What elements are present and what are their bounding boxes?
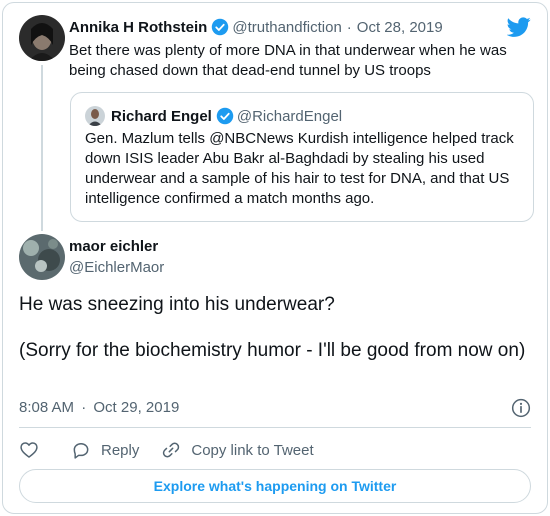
main-author-handle[interactable]: @EichlerMaor — [69, 259, 164, 276]
parent-tweet-text: Bet there was plenty of more DNA in that… — [69, 42, 507, 79]
quoted-tweet-text: Gen. Mazlum tells @NBCNews Kurdish intel… — [85, 130, 514, 207]
main-tweet-line: (Sorry for the biochemistry humor - I'll… — [19, 340, 526, 361]
quoted-author-name: Richard Engel — [111, 107, 212, 125]
quoted-tweet-header: Richard Engel @RichardEngel — [85, 105, 342, 127]
verified-badge-icon — [216, 107, 234, 125]
reply-button[interactable]: Reply — [71, 440, 139, 460]
twitter-bird-icon[interactable] — [507, 15, 531, 39]
parent-author-handle[interactable]: @truthandfiction — [232, 19, 341, 36]
thread-connector-line — [41, 65, 43, 231]
parent-tweet-header: Annika H Rothstein @truthandfiction · Oc… — [69, 17, 497, 37]
reply-icon — [73, 443, 89, 459]
tweet-date: Oct 29, 2019 — [93, 399, 180, 416]
quoted-author-avatar — [85, 106, 105, 126]
parent-author-avatar[interactable] — [19, 15, 65, 61]
info-icon[interactable] — [511, 398, 531, 418]
verified-badge-icon — [212, 18, 229, 36]
reply-label: Reply — [101, 441, 140, 459]
like-button[interactable] — [19, 440, 49, 460]
heart-icon — [20, 442, 38, 458]
main-tweet-text: He was sneezing into his underwear? (Sor… — [19, 293, 539, 362]
main-author-avatar[interactable] — [19, 234, 65, 280]
parent-author-name[interactable]: Annika H Rothstein — [69, 19, 207, 36]
header-separator: · — [346, 18, 352, 36]
main-tweet-timestamp[interactable]: 8:08 AM · Oct 29, 2019 — [19, 399, 179, 416]
tweet-embed-card: Annika H Rothstein @truthandfiction · Oc… — [2, 2, 548, 514]
parent-tweet-date[interactable]: Oct 28, 2019 — [357, 19, 443, 36]
quoted-author-handle: @RichardEngel — [236, 107, 343, 125]
tweet-actions: Reply Copy link to Tweet — [19, 439, 336, 461]
quoted-tweet[interactable]: Richard Engel @RichardEngel Gen. Mazlum … — [70, 92, 534, 222]
main-tweet-line: He was sneezing into his underwear? — [19, 294, 335, 315]
timestamp-separator: · — [81, 399, 87, 416]
copy-link-button[interactable]: Copy link to Tweet — [161, 440, 314, 460]
tweet-time: 8:08 AM — [19, 399, 75, 416]
main-author-name[interactable]: maor eichler — [69, 238, 158, 255]
explore-twitter-button[interactable]: Explore what's happening on Twitter — [19, 469, 531, 503]
link-icon — [163, 442, 180, 458]
actions-divider — [19, 427, 531, 428]
copy-link-label: Copy link to Tweet — [191, 441, 314, 459]
